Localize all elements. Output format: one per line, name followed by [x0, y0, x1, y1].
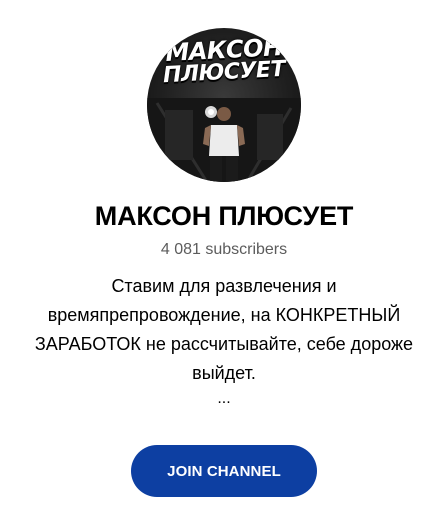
channel-avatar: МАКСОН ПЛЮСУЕТ [147, 28, 301, 182]
description-more[interactable]: ... [217, 388, 230, 410]
join-channel-button[interactable]: JOIN CHANNEL [131, 445, 317, 497]
channel-title: МАКСОН ПЛЮСУЕТ [94, 201, 354, 231]
channel-description: Ставим для развлечения и времяпрепровожд… [34, 276, 414, 383]
channel-card: МАКСОН ПЛЮСУЕТ МАКСОН ПЛЮСУЕТ 4 081 subs… [0, 0, 448, 524]
subscriber-count: 4 081 subscribers [160, 241, 288, 258]
